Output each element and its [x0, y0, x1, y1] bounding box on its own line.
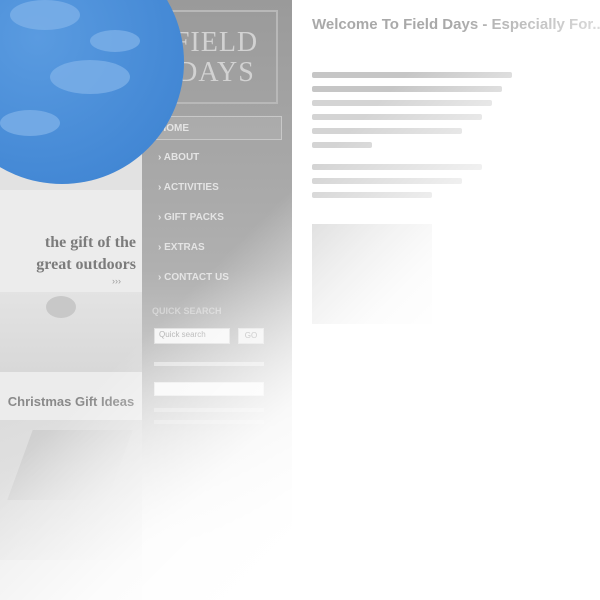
promo-arrow-link[interactable]: ››› [112, 276, 121, 286]
promo-tagline-line1: the gift of the [44, 234, 136, 251]
nav-item-home[interactable]: HOME [152, 116, 282, 140]
promo-landscape-image[interactable] [0, 292, 142, 372]
intro-text-line [312, 86, 502, 92]
nav-item-contact-us[interactable]: › CONTACT US [152, 266, 282, 290]
quick-search-title: QUICK SEARCH [152, 306, 222, 316]
intro-text-line [312, 142, 372, 148]
main-nav: HOME › ABOUT › ACTIVITIES › GIFT PACKS ›… [152, 116, 282, 296]
promo-tagline-line2: great outdoors [36, 256, 136, 273]
intro-text-line [312, 128, 462, 134]
building-shape [7, 430, 133, 500]
quick-search-input[interactable]: Quick search [154, 328, 230, 344]
nav-item-activities[interactable]: › ACTIVITIES [152, 176, 282, 200]
sidebar-faint-line [154, 420, 264, 424]
christmas-gift-image[interactable] [0, 420, 142, 560]
nav-item-extras[interactable]: › EXTRAS [152, 236, 282, 260]
cloud-shape [0, 110, 60, 136]
tree-shape [46, 296, 76, 318]
nav-item-about[interactable]: › ABOUT [152, 146, 282, 170]
intro-text-line [312, 164, 482, 170]
intro-text-line [312, 72, 512, 78]
content-image[interactable] [312, 224, 432, 324]
sidebar-faint-line [154, 362, 264, 366]
newsletter-input[interactable] [154, 382, 264, 396]
page: the gift of the great outdoors ››› Chris… [0, 0, 600, 600]
intro-text-line [312, 100, 492, 106]
nav-item-gift-packs[interactable]: › GIFT PACKS [152, 206, 282, 230]
cloud-shape [90, 30, 140, 52]
promo-tagline: the gift of the great outdoors [0, 232, 136, 276]
cloud-shape [10, 0, 80, 30]
page-title: Welcome To Field Days - Especially For..… [312, 16, 600, 33]
cloud-shape [50, 60, 130, 94]
intro-text-line [312, 192, 432, 198]
sidebar-faint-line [154, 408, 264, 412]
intro-text-line [312, 114, 482, 120]
christmas-gift-ideas-heading[interactable]: Christmas Gift Ideas [0, 394, 142, 409]
quick-search-go-button[interactable]: GO [238, 328, 264, 344]
main-content: Welcome To Field Days - Especially For..… [312, 0, 600, 600]
intro-text-line [312, 178, 462, 184]
